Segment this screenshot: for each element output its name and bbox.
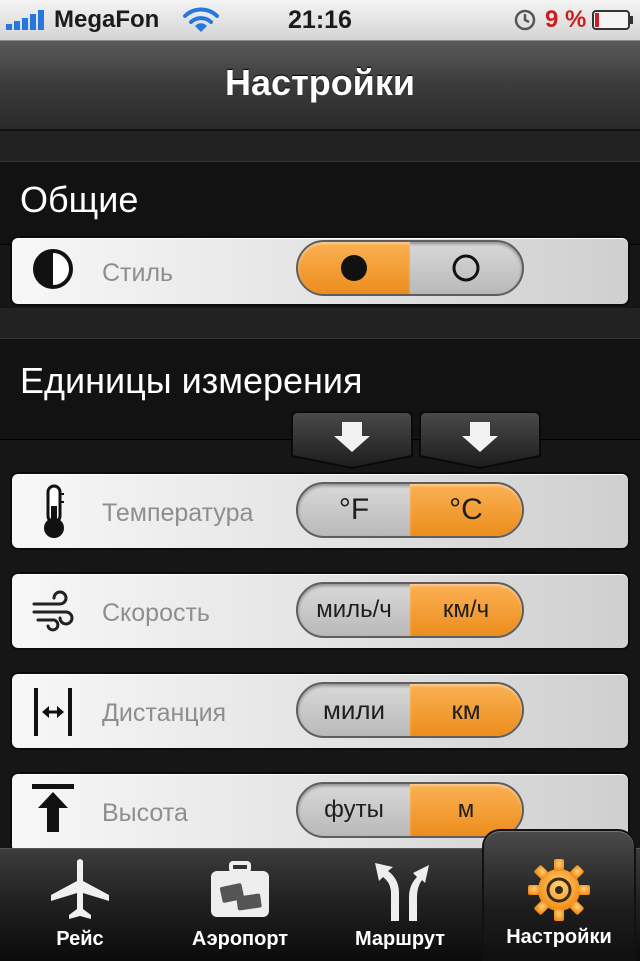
speed-mph-option[interactable]: миль/ч xyxy=(298,584,410,636)
section-gap xyxy=(0,131,640,161)
distance-icon xyxy=(34,688,72,736)
speed-row: Скорость миль/ч км/ч xyxy=(10,572,630,650)
navigation-bar: Настройки xyxy=(0,41,640,131)
temperature-label: Температура xyxy=(102,499,254,527)
gear-icon xyxy=(528,859,590,921)
speed-label: Скорость xyxy=(102,599,210,627)
section-header-general: Общие xyxy=(0,161,640,245)
tab-route[interactable]: Маршрут xyxy=(320,849,480,961)
down-arrow-handle-left[interactable] xyxy=(290,410,414,472)
status-time: 21:16 xyxy=(288,6,352,34)
tab-settings-label: Настройки xyxy=(506,926,612,948)
tab-airport-label: Аэропорт xyxy=(191,928,289,950)
speed-segmented-control: миль/ч км/ч xyxy=(296,582,524,638)
temperature-fahrenheit-option[interactable]: °F xyxy=(298,484,410,536)
route-arrows-icon xyxy=(375,863,429,921)
temperature-celsius-option[interactable]: °C xyxy=(410,484,522,536)
distance-row: Дистанция мили км xyxy=(10,672,630,750)
tab-settings[interactable]: Настройки xyxy=(482,829,636,961)
airplane-icon xyxy=(51,859,109,919)
distance-miles-option[interactable]: мили xyxy=(298,684,410,736)
tab-flight[interactable]: Рейс xyxy=(0,849,160,961)
page-title: Настройки xyxy=(225,62,415,103)
style-segmented-control xyxy=(296,240,524,296)
battery-icon xyxy=(592,10,633,30)
suitcase-icon xyxy=(211,861,269,917)
style-label: Стиль xyxy=(102,259,174,287)
tab-flight-label: Рейс xyxy=(56,928,104,950)
down-arrow-handle-right[interactable] xyxy=(418,410,542,472)
half-circle-icon xyxy=(33,249,73,289)
clock-icon xyxy=(514,9,536,31)
style-light-option[interactable] xyxy=(410,242,522,294)
temperature-row: Температура °F °C xyxy=(10,472,630,550)
section-title-units: Единицы измерения xyxy=(20,360,363,401)
altitude-icon xyxy=(32,784,74,832)
distance-label: Дистанция xyxy=(102,699,227,727)
status-bar: MegaFon 21:16 9 % xyxy=(0,0,640,41)
battery-percent: 9 % xyxy=(545,6,587,33)
speed-kmh-option[interactable]: км/ч xyxy=(410,584,522,636)
style-dark-option[interactable] xyxy=(298,242,410,294)
section-gap xyxy=(0,308,640,338)
empty-circle-icon xyxy=(452,254,480,282)
altitude-feet-option[interactable]: футы xyxy=(298,784,410,836)
tab-bar: Рейс Аэропорт Маршрут Настройки xyxy=(0,829,640,961)
wind-icon xyxy=(32,590,74,632)
distance-km-option[interactable]: км xyxy=(410,684,522,736)
distance-segmented-control: мили км xyxy=(296,682,524,738)
style-row: Стиль xyxy=(10,236,630,306)
altitude-segmented-control: футы м xyxy=(296,782,524,838)
filled-circle-icon xyxy=(341,255,367,281)
tab-route-label: Маршрут xyxy=(354,928,446,950)
tab-airport[interactable]: Аэропорт xyxy=(160,849,320,961)
section-title-general: Общие xyxy=(20,179,139,220)
temperature-segmented-control: °F °C xyxy=(296,482,524,538)
thermometer-icon xyxy=(44,484,64,538)
altitude-label: Высота xyxy=(102,799,188,827)
